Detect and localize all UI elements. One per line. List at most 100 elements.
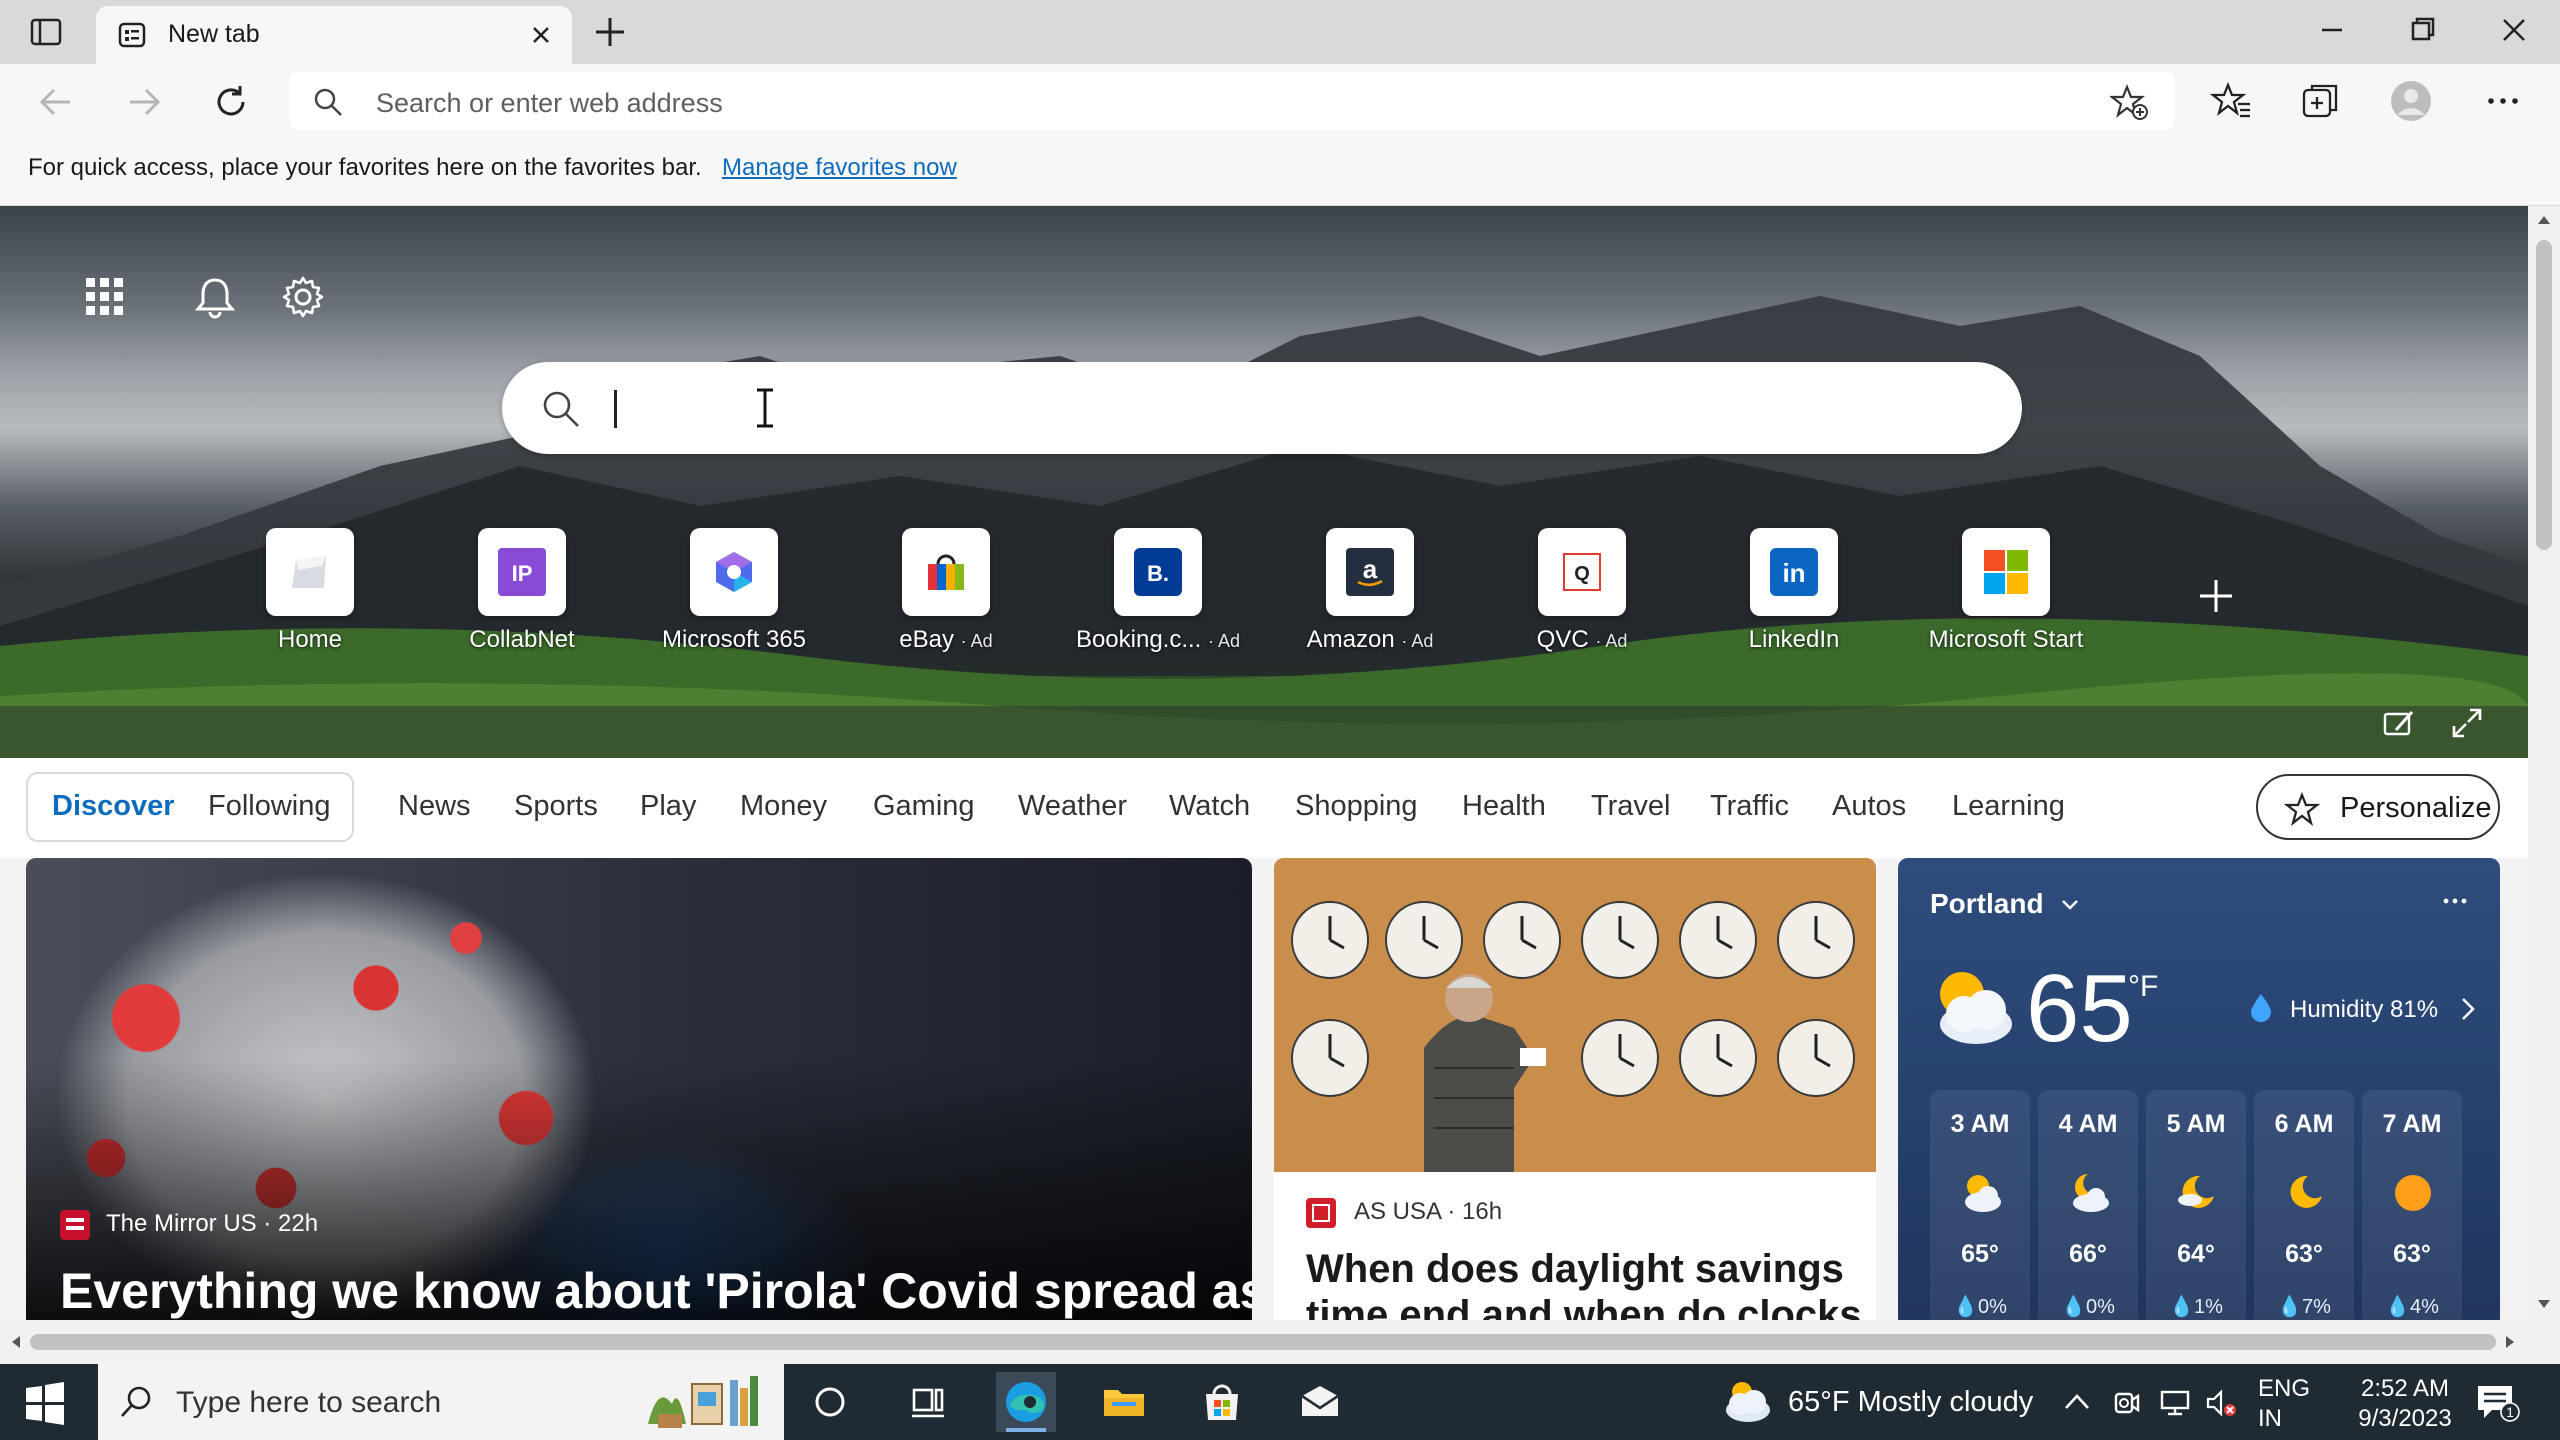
horizontal-scrollbar[interactable]	[0, 1320, 2528, 1364]
forecast-hour: 3 AM	[1950, 1110, 2010, 1138]
taskbar-search-box[interactable]: Type here to search	[98, 1364, 784, 1440]
collections-icon[interactable]	[2300, 80, 2342, 122]
forecast-temperature: 64°	[2177, 1240, 2215, 1268]
tab-new-tab[interactable]: New tab	[96, 6, 572, 64]
quick-link-linkedin[interactable]: in LinkedIn	[1688, 528, 1900, 668]
manage-favorites-link[interactable]: Manage favorites now	[722, 154, 957, 182]
refresh-icon[interactable]	[210, 82, 254, 122]
cortana-icon[interactable]	[800, 1372, 860, 1432]
expand-icon[interactable]	[2450, 706, 2484, 740]
sparkle-star-icon	[2284, 792, 2320, 826]
weather-location[interactable]: Portland	[1930, 888, 2044, 920]
tab-play[interactable]: Play	[640, 790, 696, 823]
action-center-button[interactable]: 1	[2474, 1382, 2520, 1424]
apps-grid-icon[interactable]	[82, 274, 128, 320]
tab-travel[interactable]: Travel	[1591, 790, 1671, 823]
favorites-icon[interactable]	[2210, 80, 2252, 122]
close-tab-icon[interactable]	[526, 20, 556, 50]
tile-logo-box: in	[1750, 528, 1838, 616]
weather-cloudy-icon[interactable]	[1718, 1378, 1774, 1426]
web-search-box[interactable]	[502, 362, 2022, 454]
scroll-up-arrow-icon[interactable]	[2536, 212, 2552, 228]
tab-autos[interactable]: Autos	[1832, 790, 1906, 823]
add-favorite-icon[interactable]	[2110, 84, 2148, 120]
input-language[interactable]: ENG IN	[2258, 1374, 2310, 1434]
tab-money[interactable]: Money	[740, 790, 827, 823]
taskbar-weather[interactable]: 65°F Mostly cloudy	[1788, 1386, 2033, 1419]
tile-label: CollabNet	[469, 626, 575, 653]
tile-label: LinkedIn	[1748, 626, 1840, 653]
quick-link-qvc[interactable]: Q QVC · Ad	[1476, 528, 1688, 668]
as-usa-logo-icon	[1306, 1198, 1336, 1228]
humidity-value[interactable]: Humidity 81%	[2290, 996, 2438, 1024]
microsoft-store-icon[interactable]	[1192, 1372, 1252, 1432]
hourly-forecast-item[interactable]: 4 AM 66° 💧0%	[2038, 1090, 2138, 1320]
more-options-icon[interactable]	[2438, 884, 2472, 918]
scroll-right-arrow-icon[interactable]	[2502, 1334, 2518, 1350]
windows-start-icon[interactable]	[22, 1380, 68, 1426]
quick-link-amazon[interactable]: a Amazon · Ad	[1264, 528, 1476, 668]
chevron-up-icon[interactable]	[2060, 1386, 2094, 1420]
horizontal-scroll-thumb[interactable]	[30, 1334, 2496, 1350]
scrollbar-corner	[2528, 1320, 2560, 1364]
article-headline[interactable]: Everything we know about 'Pirola' Covid …	[60, 1262, 1252, 1320]
hourly-forecast-item[interactable]: 6 AM 63° 💧7%	[2254, 1090, 2354, 1320]
scroll-left-arrow-icon[interactable]	[8, 1334, 24, 1350]
meet-now-icon[interactable]	[2110, 1386, 2144, 1420]
quick-link-collabnet[interactable]: IP CollabNet	[416, 528, 628, 668]
minimize-icon[interactable]	[2310, 10, 2354, 50]
hourly-forecast-item[interactable]: 5 AM 64° 💧1%	[2146, 1090, 2246, 1320]
hourly-forecast-item[interactable]: 7 AM 63° 💧4%	[2362, 1090, 2462, 1320]
new-tab-hero: Home IP CollabNet Microsoft 365 eBay · A…	[0, 206, 2528, 758]
tab-following[interactable]: Following	[208, 790, 331, 823]
add-site-plus-icon[interactable]	[2196, 576, 2236, 616]
quick-link-booking[interactable]: B. Booking.c... · Ad	[1052, 528, 1264, 668]
personalize-button[interactable]: Personalize	[2256, 774, 2500, 840]
tab-traffic[interactable]: Traffic	[1710, 790, 1789, 823]
tab-discover[interactable]: Discover	[52, 790, 175, 823]
hourly-forecast-item[interactable]: 3 AM 65° 💧0%	[1930, 1090, 2030, 1320]
quick-link-ebay[interactable]: eBay · Ad	[840, 528, 1052, 668]
chevron-down-icon[interactable]	[2058, 892, 2082, 916]
tab-learning[interactable]: Learning	[1952, 790, 2065, 823]
article-card[interactable]: AS USA · 16h When does daylight savings …	[1274, 858, 1876, 1320]
tab-actions-icon[interactable]	[26, 14, 66, 50]
notifications-bell-icon[interactable]	[192, 274, 238, 320]
article-source: AS USA · 16h	[1354, 1198, 1503, 1225]
edge-taskbar-button[interactable]	[996, 1372, 1056, 1432]
profile-avatar-icon[interactable]	[2390, 80, 2432, 122]
more-options-icon[interactable]	[2482, 80, 2524, 122]
mail-icon[interactable]	[1290, 1372, 1350, 1432]
chevron-right-icon[interactable]	[2458, 996, 2478, 1022]
file-explorer-icon[interactable]	[1094, 1372, 1154, 1432]
back-icon[interactable]	[34, 82, 78, 122]
tab-gaming[interactable]: Gaming	[873, 790, 975, 823]
search-highlight-illustration-icon	[648, 1376, 758, 1428]
tab-sports[interactable]: Sports	[514, 790, 598, 823]
forward-icon[interactable]	[122, 82, 166, 122]
quick-link-microsoft-start[interactable]: Microsoft Start	[1900, 528, 2112, 668]
system-clock[interactable]: 2:52 AM 9/3/2023	[2340, 1374, 2470, 1434]
restore-icon[interactable]	[2400, 10, 2444, 50]
task-view-icon[interactable]	[898, 1372, 958, 1432]
tab-shopping[interactable]: Shopping	[1295, 790, 1418, 823]
scroll-down-arrow-icon[interactable]	[2536, 1296, 2552, 1312]
volume-muted-icon[interactable]	[2204, 1386, 2238, 1420]
quick-link-microsoft-365[interactable]: Microsoft 365	[628, 528, 840, 668]
tab-weather[interactable]: Weather	[1018, 790, 1127, 823]
article-headline[interactable]: When does daylight savings time end and …	[1306, 1246, 1866, 1320]
vertical-scrollbar[interactable]	[2528, 206, 2560, 1320]
tab-news[interactable]: News	[398, 790, 471, 823]
edit-background-icon[interactable]	[2382, 706, 2416, 740]
address-bar[interactable]: Search or enter web address	[290, 72, 2174, 130]
tab-watch[interactable]: Watch	[1169, 790, 1250, 823]
featured-article-card[interactable]: The Mirror US · 22h Everything we know a…	[26, 858, 1252, 1320]
vertical-scroll-thumb[interactable]	[2536, 240, 2552, 550]
settings-gear-icon[interactable]	[280, 274, 326, 320]
tab-health[interactable]: Health	[1462, 790, 1546, 823]
close-window-icon[interactable]	[2492, 10, 2536, 50]
new-tab-plus-icon[interactable]	[590, 12, 630, 52]
network-icon[interactable]	[2158, 1386, 2192, 1420]
weather-card[interactable]: Portland 65 °F Humidity 81% 3 AM 65° 💧0%…	[1898, 858, 2500, 1320]
quick-link-home[interactable]: Home	[204, 528, 416, 668]
